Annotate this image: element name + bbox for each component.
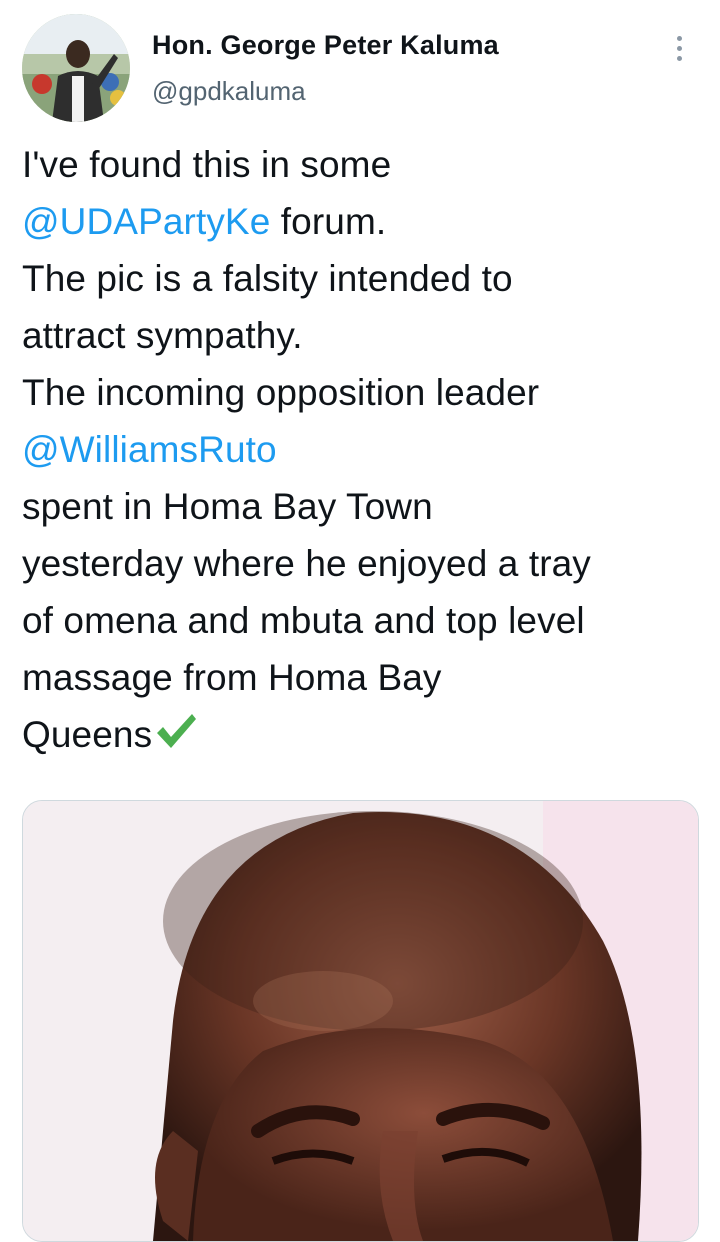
more-options-icon[interactable] <box>664 28 694 68</box>
check-mark-icon <box>157 714 197 748</box>
tweet-line-text: Queens <box>22 714 153 755</box>
profile-photo <box>22 14 130 122</box>
author-name[interactable]: Hon. George Peter Kaluma <box>152 30 499 61</box>
tweet-line: attract sympathy. <box>22 315 303 356</box>
author-handle[interactable]: @gpdkaluma <box>152 76 306 107</box>
tweet-line: I've found this in some <box>22 144 392 185</box>
tweet-line: Queens <box>22 706 712 763</box>
tweet-line: massage from Homa Bay <box>22 657 442 698</box>
tweet-line: The incoming opposition leader <box>22 372 540 413</box>
author-avatar[interactable] <box>22 14 130 122</box>
attached-photo <box>23 801 698 1241</box>
tweet-line: The pic is a falsity intended to <box>22 258 513 299</box>
tweet-line: spent in Homa Bay Town <box>22 486 433 527</box>
tweet-line: @UDAPartyKe forum. <box>22 193 712 250</box>
tweet-line-text: forum. <box>270 201 387 242</box>
tweet-text: I've found this in some @UDAPartyKe foru… <box>22 136 712 763</box>
tweet-line: @WilliamsRuto <box>22 421 712 478</box>
mention-link[interactable]: @WilliamsRuto <box>22 429 277 470</box>
tweet-media[interactable] <box>22 800 699 1242</box>
mention-link[interactable]: @UDAPartyKe <box>22 201 270 242</box>
tweet-line: of omena and mbuta and top level <box>22 600 585 641</box>
tweet-line: yesterday where he enjoyed a tray <box>22 543 591 584</box>
tweet-header: Hon. George Peter Kaluma @gpdkaluma <box>0 0 720 130</box>
